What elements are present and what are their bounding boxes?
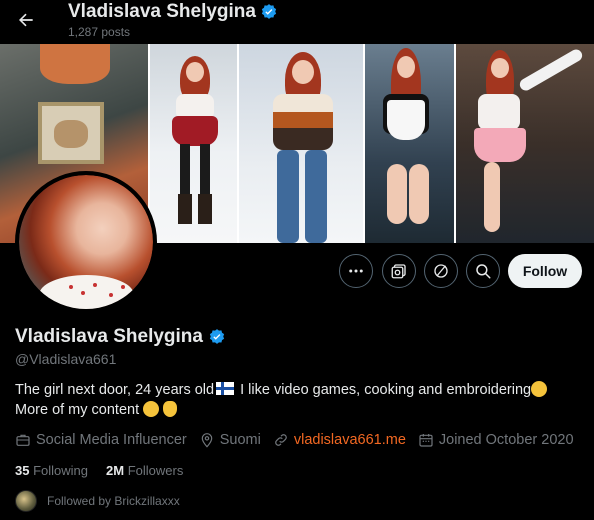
bio-text-2: I like video games, cooking and embroide… [236, 382, 532, 398]
profile-stats: 35 Following 2M Followers [15, 463, 183, 478]
banner-photo-5 [455, 44, 594, 243]
followers-label: Followers [127, 463, 184, 478]
profile-display-name: Vladislava Shelygina [15, 326, 203, 347]
point-down-icon [163, 401, 178, 417]
top-bar: Vladislava Shelygina 1,287 posts [0, 0, 594, 44]
banner-photo-4 [365, 44, 454, 243]
profile-location: Suomi [199, 432, 261, 448]
followed-by-text: Followed by Brickzillaxxx [47, 494, 180, 508]
link-icon [273, 432, 289, 448]
subscribe-media-button[interactable] [382, 254, 416, 288]
search-button[interactable] [466, 254, 500, 288]
header-title: Vladislava Shelygina [68, 1, 278, 23]
more-horizontal-icon [347, 262, 365, 280]
followed-by[interactable]: Followed by Brickzillaxxx [15, 490, 180, 512]
following-label: Following [33, 463, 89, 478]
followers-link[interactable]: 2M Followers [106, 463, 183, 478]
category-text: Social Media Influencer [36, 432, 187, 448]
banner-photo-2 [149, 44, 237, 243]
profile-name: Vladislava Shelygina [15, 326, 226, 348]
banner-photo-3 [238, 44, 364, 243]
briefcase-icon [15, 432, 31, 448]
profile-category: Social Media Influencer [15, 432, 187, 448]
profile-bio: The girl next door, 24 years old I like … [15, 380, 580, 420]
verified-badge-icon[interactable] [208, 328, 226, 346]
framed-picture [38, 102, 104, 164]
profile-avatar[interactable] [15, 171, 157, 313]
smiling-face-with-hearts-icon [531, 381, 548, 397]
arrow-left-icon [16, 10, 36, 30]
posts-count: 1,287 posts [68, 25, 131, 39]
bio-text-3: More of my content [15, 402, 140, 418]
follower-avatar [15, 490, 37, 512]
profile-joined: Joined October 2020 [418, 432, 574, 448]
more-button[interactable] [339, 254, 373, 288]
winking-face-icon [143, 401, 160, 417]
grok-button[interactable] [424, 254, 458, 288]
following-count: 35 [15, 463, 30, 478]
search-icon [474, 262, 492, 280]
profile-handle: @Vladislava661 [15, 351, 117, 367]
grok-icon [432, 262, 450, 280]
bio-text-1: The girl next door, 24 years old [15, 382, 215, 398]
finland-flag-icon [216, 382, 235, 395]
location-text: Suomi [219, 432, 261, 448]
follow-button[interactable]: Follow [508, 254, 582, 288]
subscribe-media-icon [390, 262, 408, 280]
joined-text: Joined October 2020 [438, 432, 574, 448]
header-display-name: Vladislava Shelygina [68, 1, 256, 22]
calendar-icon [418, 432, 434, 448]
following-link[interactable]: 35 Following [15, 463, 88, 478]
followers-count: 2M [106, 463, 125, 478]
verified-badge-icon [260, 3, 278, 21]
website-link[interactable]: vladislava661.me [294, 432, 406, 448]
profile-meta: Social Media Influencer Suomi vladislava… [15, 432, 586, 448]
profile-website[interactable]: vladislava661.me [273, 432, 406, 448]
back-button[interactable] [10, 4, 42, 36]
location-pin-icon [199, 432, 215, 448]
